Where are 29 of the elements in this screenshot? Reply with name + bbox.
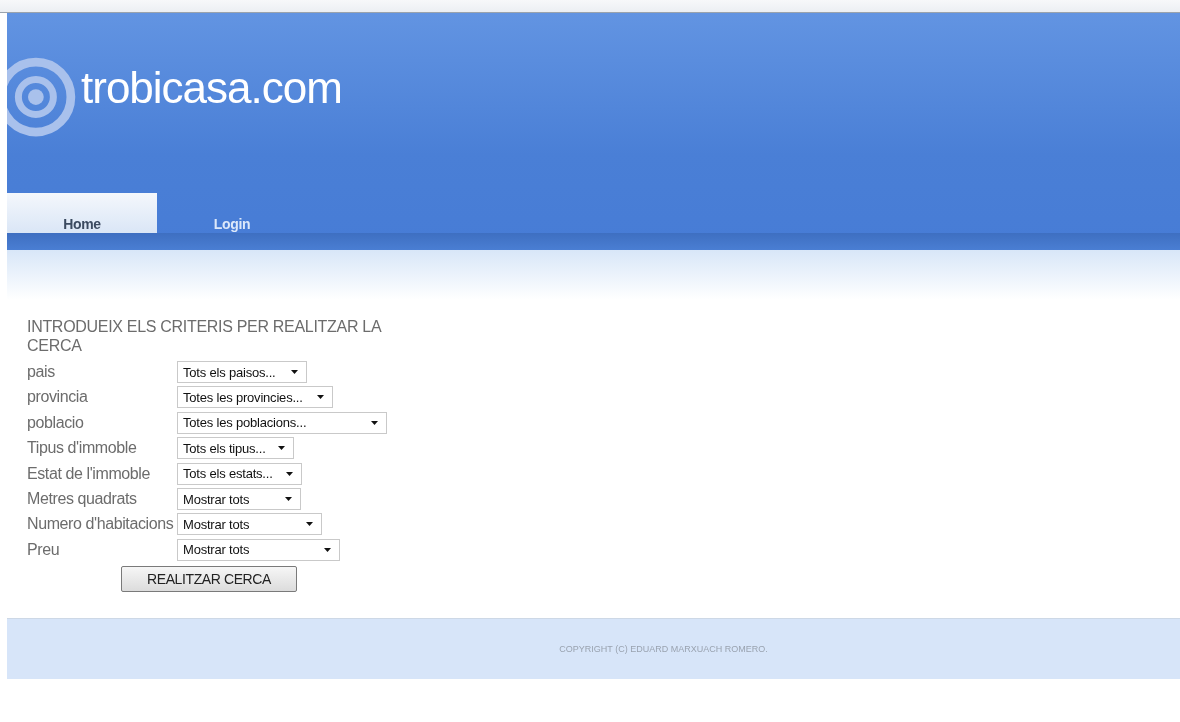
caret-icon (317, 395, 324, 400)
dropdown[interactable]: Tots els tipus... (177, 437, 294, 460)
copyright-text: COPYRIGHT (C) EDUARD MARXUACH ROMERO. (559, 644, 768, 655)
field-label: pais (27, 363, 56, 381)
caret-icon (291, 370, 298, 374)
field-label: Tipus d'immoble (27, 439, 138, 458)
dropdown[interactable]: Tots els estats... (177, 462, 302, 485)
field-label: poblacio (27, 413, 85, 432)
form-heading: INTRODUEIX ELS CRITERIS PER REALITZAR LA CERCA (27, 317, 382, 355)
dropdown[interactable]: Mostrar tots (177, 488, 301, 511)
caret-icon (306, 522, 313, 527)
dropdown[interactable]: Tots els paisos... (177, 361, 307, 383)
caret-icon (286, 471, 293, 476)
caret-icon (371, 420, 378, 425)
caret-icon (285, 497, 292, 502)
field-label: provincia (27, 388, 89, 407)
field-label: Preu (27, 540, 61, 559)
caret-icon (278, 446, 285, 451)
field-label: Numero d'habitacions (27, 515, 175, 534)
nav-tab[interactable]: Home (7, 193, 157, 233)
dropdown[interactable]: Totes les poblacions... (177, 411, 387, 434)
search-button[interactable]: REALITZAR CERCA (121, 566, 297, 593)
field-label: Metres quadrats (27, 490, 138, 509)
field-label: Estat de l'immoble (27, 464, 152, 483)
dropdown[interactable]: Mostrar tots (177, 513, 322, 536)
caret-icon (324, 547, 331, 552)
site-logo-text: trobicasa.com (81, 63, 342, 113)
dropdown[interactable]: Mostrar tots (177, 538, 340, 561)
dropdown[interactable]: Totes les provincies... (177, 386, 333, 409)
